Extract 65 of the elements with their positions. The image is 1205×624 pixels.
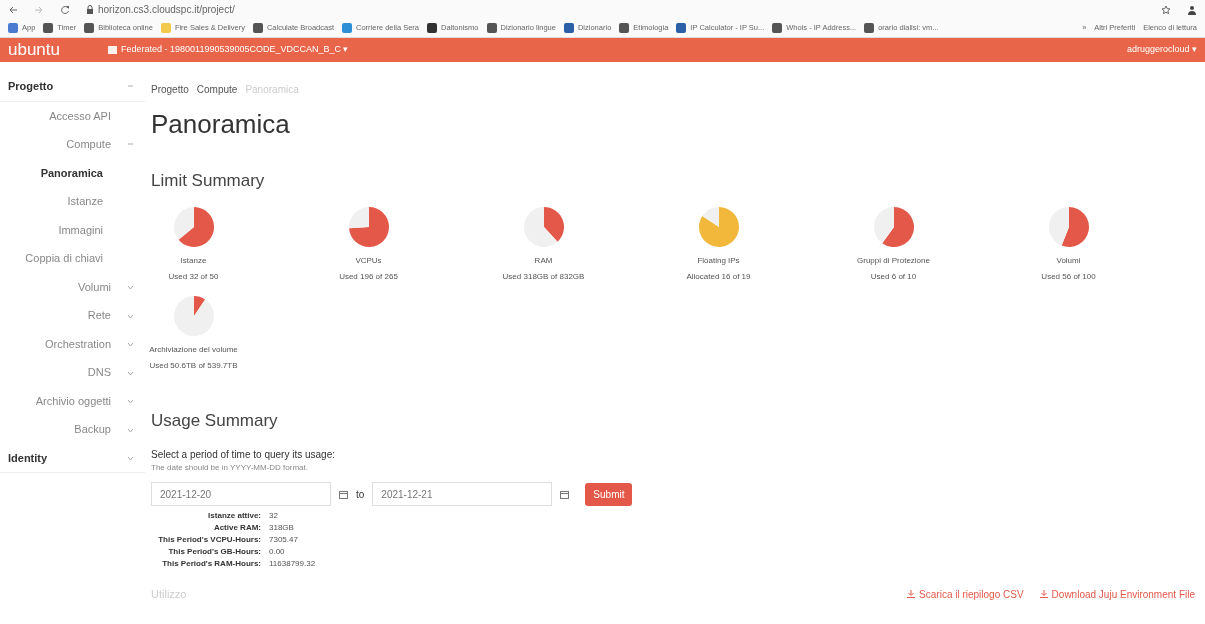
- user-menu[interactable]: adruggerocloud ▾: [1126, 43, 1197, 57]
- sidebar-item[interactable]: Orchestration: [0, 329, 115, 358]
- profile-icon[interactable]: [1187, 4, 1197, 15]
- back-icon[interactable]: [8, 4, 18, 15]
- star-icon[interactable]: [1161, 4, 1171, 15]
- chart-label: Gruppi di Protezione: [856, 254, 931, 267]
- help-text: The date should be in YYYY-MM-DD format.: [151, 462, 309, 474]
- page-title: Panoramica: [151, 108, 291, 141]
- chart-label: Floating IPs: [696, 254, 741, 267]
- download-link[interactable]: Scarica il riepilogo CSV: [907, 586, 1024, 602]
- chart-label: RAM: [533, 254, 554, 267]
- chart-reading: Used 196 of 265: [338, 270, 399, 283]
- sidebar-item[interactable]: Archivio oggetti: [0, 386, 115, 415]
- calendar-icon: [560, 489, 570, 499]
- chart-reading: Used 32 of 50: [167, 270, 220, 283]
- download-icon: [907, 590, 916, 599]
- reload-icon[interactable]: [60, 4, 70, 15]
- grid-icon: [108, 46, 117, 54]
- stat-label: This Period's VCPU-Hours:: [157, 534, 261, 546]
- date-field[interactable]: 2021-12-21: [372, 482, 553, 506]
- stat-value: 11638799.32: [269, 558, 316, 570]
- breadcrumb-link[interactable]: Compute: [196, 82, 238, 97]
- calendar-icon: [339, 489, 348, 499]
- brand-logo[interactable]: ubuntu: [8, 37, 60, 63]
- section-title: Limit Summary: [151, 170, 266, 192]
- stat-label: This Period's GB-Hours:: [167, 546, 261, 558]
- date-field[interactable]: 2021-12-20: [151, 482, 331, 506]
- to-label: to: [356, 487, 365, 502]
- stat-value: 318GB: [269, 522, 294, 534]
- breadcrumb-link[interactable]: Progetto: [151, 82, 189, 97]
- chart-label: Volumi: [1055, 254, 1082, 267]
- sidebar-item[interactable]: Istanze: [0, 187, 115, 216]
- sidebar-item[interactable]: Volumi: [0, 272, 115, 301]
- sidebar-item[interactable]: Identity: [0, 443, 115, 472]
- sidebar-item[interactable]: Accesso API: [0, 101, 115, 130]
- stat-label: Active RAM:: [212, 522, 261, 534]
- sidebar-item[interactable]: Compute: [0, 130, 115, 159]
- stat-label: This Period's RAM-Hours:: [161, 558, 261, 570]
- sidebar-item[interactable]: Coppia di chiavi: [0, 244, 115, 273]
- sidebar-item[interactable]: Backup: [0, 415, 115, 444]
- chart-label: VCPUs: [354, 254, 383, 267]
- chart-reading: Used 318GB of 832GB: [501, 270, 586, 283]
- download-icon: [1039, 590, 1048, 599]
- chart-label: Istanze: [179, 254, 208, 267]
- address-bar[interactable]: horizon.cs3.cloudspc.it/project/: [98, 2, 235, 17]
- sidebar-item[interactable]: Immagini: [0, 215, 115, 244]
- project-selector[interactable]: Federated - 1980011990539005CODE_VDCCAN_B_C ▾: [108, 43, 349, 57]
- pie-slice: [1048, 206, 1069, 246]
- section-title: Usage Summary: [151, 409, 279, 432]
- stat-value: 32: [269, 510, 278, 522]
- chart-reading: Used 50.6TB of 539.7TB: [148, 359, 239, 372]
- stat-value: 0.00: [269, 546, 285, 558]
- stat-label: Istanze attive:: [207, 510, 261, 522]
- sidebar-item[interactable]: Rete: [0, 301, 115, 330]
- chart-reading: Used 56 of 100: [1040, 270, 1097, 283]
- submit-button[interactable]: Submit: [585, 482, 633, 506]
- sidebar-item[interactable]: DNS: [0, 358, 115, 387]
- chart-reading: Used 6 of 10: [869, 270, 918, 283]
- sidebar-item[interactable]: Panoramica: [0, 158, 115, 187]
- chart-reading: Allocated 16 of 19: [685, 270, 752, 283]
- prompt-text: Select a period of time to query its usage:: [151, 448, 336, 462]
- lock-icon: [86, 5, 94, 14]
- stat-value: 7305.47: [269, 534, 298, 546]
- sidebar-item[interactable]: Progetto: [0, 72, 115, 101]
- download-link[interactable]: Download Juju Environment File: [1039, 586, 1195, 602]
